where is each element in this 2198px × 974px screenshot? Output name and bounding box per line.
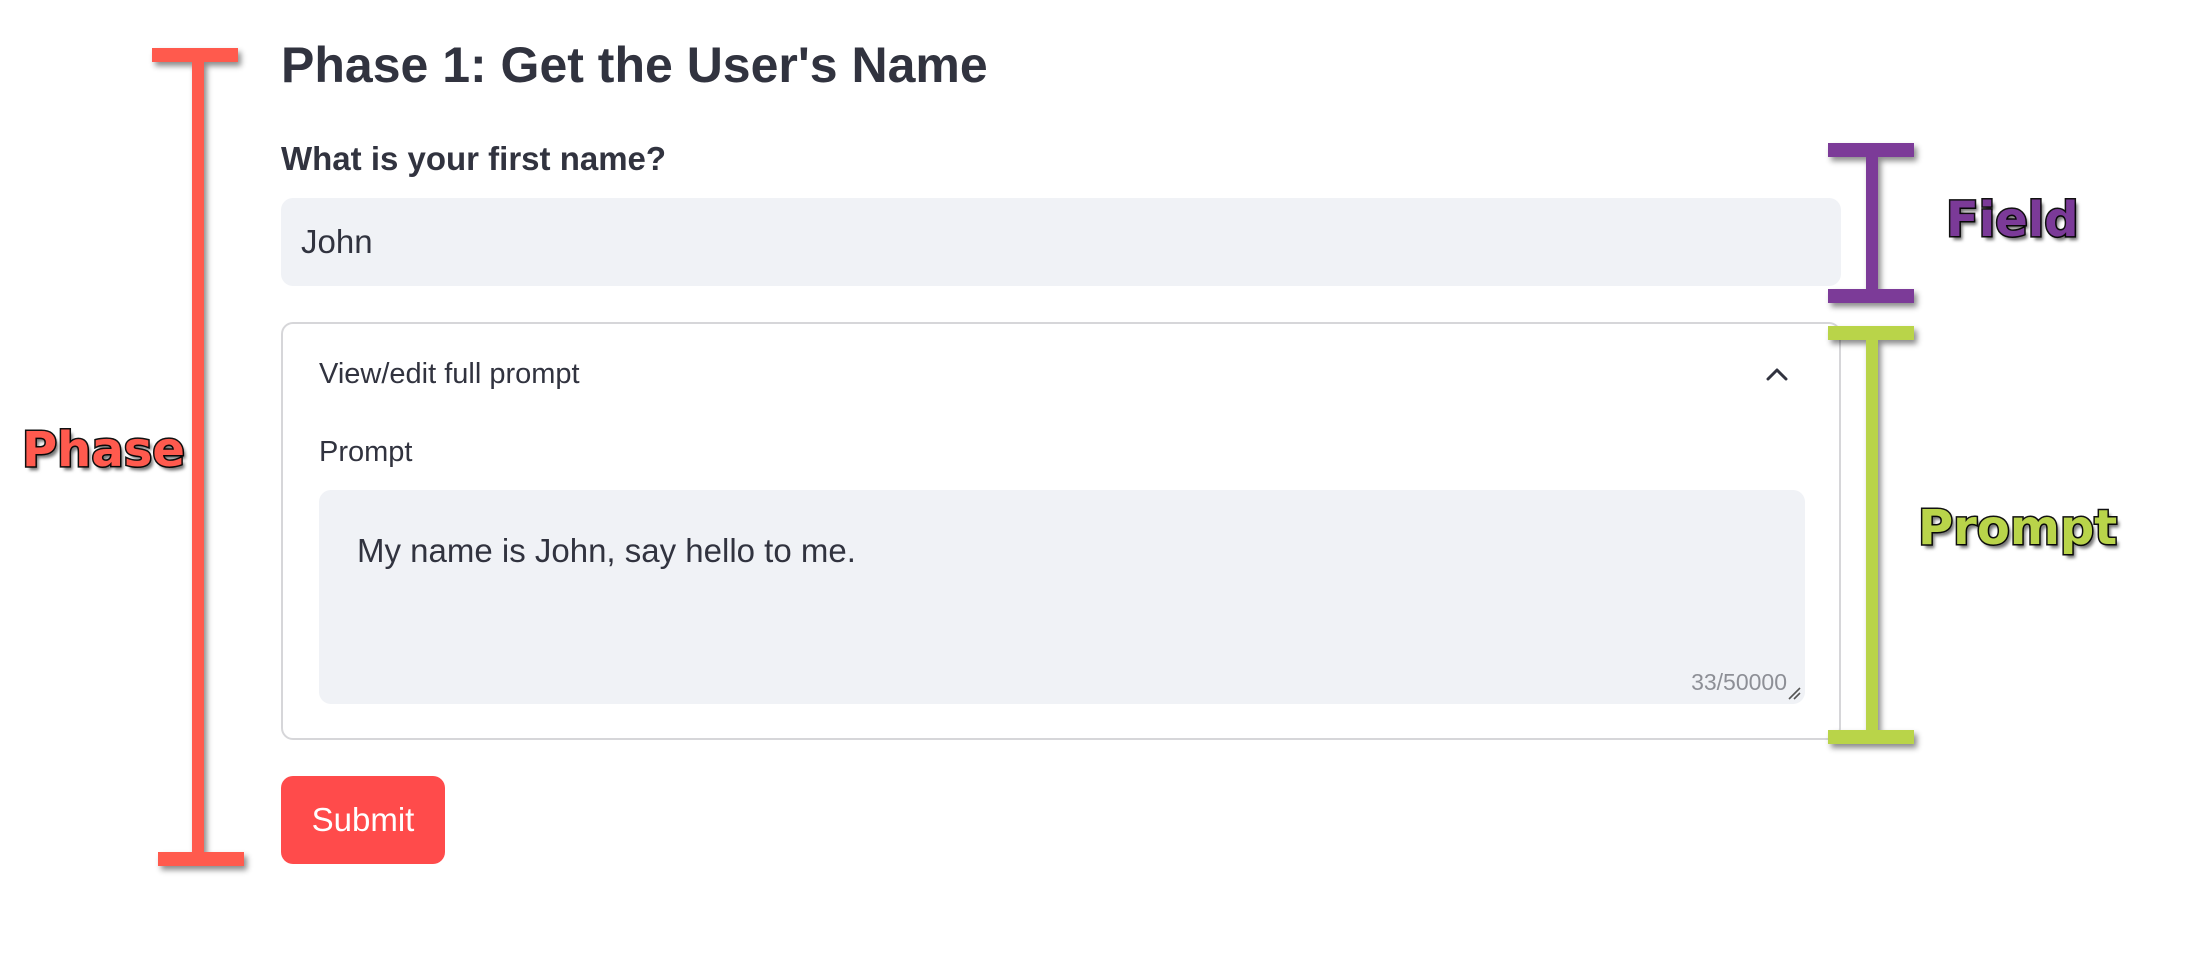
first-name-input[interactable]: John: [281, 198, 1841, 286]
prompt-annotation: Prompt: [1916, 499, 2118, 558]
char-count: 33/50000: [1691, 669, 1787, 695]
page-title: Phase 1: Get the User's Name: [281, 37, 988, 93]
prompt-textarea-value: My name is John, say hello to me.: [357, 532, 856, 569]
prompt-expander: View/edit full prompt Prompt My name is …: [281, 322, 1841, 740]
phase-annotation: Phase: [21, 421, 187, 480]
stage: Phase 1: Get the User's Name What is you…: [0, 0, 2198, 974]
expander-header[interactable]: View/edit full prompt: [319, 358, 580, 391]
chevron-up-icon[interactable]: [1765, 362, 1789, 386]
first-name-label: What is your first name?: [281, 140, 667, 177]
resize-handle-icon[interactable]: [1787, 686, 1801, 700]
prompt-label: Prompt: [319, 436, 413, 468]
prompt-textarea[interactable]: My name is John, say hello to me. 33/500…: [319, 490, 1805, 704]
field-annotation: Field: [1945, 191, 2081, 250]
submit-button[interactable]: Submit: [281, 776, 445, 864]
